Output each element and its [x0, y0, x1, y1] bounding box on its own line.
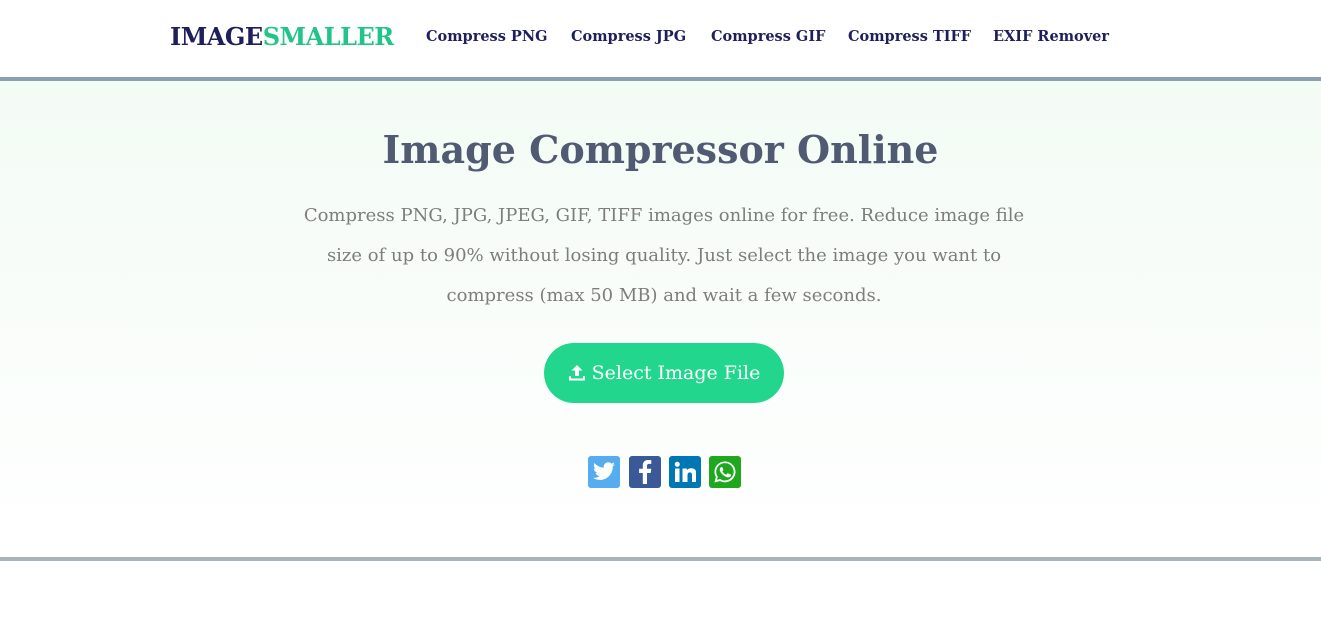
nav-compress-tiff[interactable]: Compress TIFF	[848, 28, 971, 45]
logo-part-image: IMAGE	[170, 22, 263, 51]
facebook-icon[interactable]	[629, 456, 661, 488]
select-image-file-button[interactable]: Select Image File	[544, 343, 784, 403]
nav-compress-gif[interactable]: Compress GIF	[711, 28, 825, 45]
hero-section: Image Compressor Online Compress PNG, JP…	[0, 81, 1321, 557]
logo-part-smaller: SMALLER	[262, 22, 395, 51]
upload-icon	[568, 364, 586, 382]
page-description: Compress PNG, JPG, JPEG, GIF, TIFF image…	[303, 205, 1025, 306]
select-image-file-label: Select Image File	[591, 362, 761, 384]
page-title: Image Compressor Online	[382, 127, 939, 172]
whatsapp-icon[interactable]	[709, 456, 741, 488]
site-header: IMAGESMALLER Compress PNG Compress JPG C…	[0, 0, 1321, 77]
nav-compress-jpg[interactable]: Compress JPG	[571, 28, 686, 45]
footer-divider	[0, 557, 1321, 561]
site-logo[interactable]: IMAGESMALLER	[170, 22, 394, 51]
linkedin-icon[interactable]	[669, 456, 701, 488]
nav-exif-remover[interactable]: EXIF Remover	[993, 28, 1109, 45]
twitter-icon[interactable]	[588, 456, 620, 488]
nav-compress-png[interactable]: Compress PNG	[426, 28, 547, 45]
